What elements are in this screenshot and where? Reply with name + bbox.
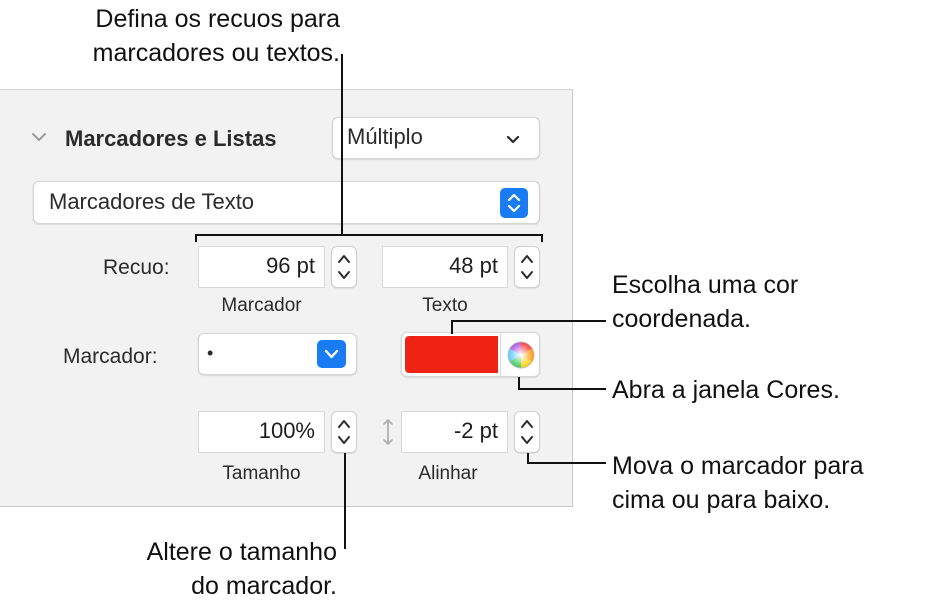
- bullet-char-dropdown-button: [317, 340, 346, 368]
- bullet-label: Marcador:: [63, 345, 158, 368]
- bullet-indent-caption: Marcador: [221, 295, 302, 316]
- chevron-down-icon: [506, 135, 520, 144]
- bullet-size-field[interactable]: 100%: [198, 411, 325, 453]
- bullet-align-stepper[interactable]: [514, 411, 540, 453]
- bullet-indent-stepper[interactable]: [331, 246, 357, 288]
- bullet-indent-field[interactable]: 96 pt: [198, 246, 325, 288]
- indent-label: Recuo:: [103, 256, 170, 279]
- text-indent-stepper[interactable]: [514, 246, 540, 288]
- text-indent-caption: Texto: [422, 295, 468, 316]
- chevron-down-icon: [324, 349, 339, 359]
- callout-align: Mova o marcador para cima ou para baixo.: [612, 452, 864, 514]
- color-wheel-icon: [507, 341, 535, 369]
- bullet-size-stepper[interactable]: [331, 411, 357, 453]
- callout-color: Escolha uma cor coordenada.: [612, 271, 799, 333]
- leader-color-window-horizontal: [518, 388, 606, 390]
- leader-indents-bracket: [195, 234, 543, 236]
- leader-indents-left-tick: [195, 234, 197, 242]
- bullet-char-popup[interactable]: •: [198, 333, 357, 375]
- disclosure-chevron-icon[interactable]: [30, 128, 48, 146]
- leader-indents-vertical: [341, 54, 343, 235]
- callout-color-window: Abra a janela Cores.: [612, 376, 840, 404]
- callout-indents: Defina os recuos para marcadores ou text…: [92, 5, 340, 67]
- leader-align-horizontal: [527, 462, 606, 464]
- bullet-char-value: •: [207, 343, 214, 363]
- bullet-size-caption: Tamanho: [222, 463, 301, 484]
- section-title: Marcadores e Listas: [65, 126, 277, 151]
- leader-color-vertical: [451, 320, 453, 334]
- stepper-arrows-icon: [521, 255, 533, 279]
- leader-indents-right-tick: [541, 234, 543, 242]
- stepper-arrows-icon: [338, 255, 350, 279]
- bullet-color-well[interactable]: [401, 332, 540, 377]
- popup-stepper-button: [500, 188, 528, 218]
- bullet-align-caption: Alinhar: [418, 463, 478, 484]
- callout-size: Altere o tamanho do marcador.: [146, 538, 337, 600]
- vertical-align-icon: [383, 419, 393, 445]
- stepper-arrows-icon: [338, 420, 350, 444]
- list-style-popup-label: Múltiplo: [347, 124, 423, 149]
- bullet-align-field[interactable]: -2 pt: [401, 411, 508, 453]
- list-style-popup[interactable]: Múltiplo: [332, 117, 540, 159]
- color-wheel-button[interactable]: [500, 333, 540, 376]
- up-down-chevron-icon: [507, 193, 521, 213]
- leader-color-horizontal: [451, 320, 606, 322]
- leader-size-vertical: [344, 453, 346, 549]
- bullet-type-popup[interactable]: Marcadores de Texto: [33, 181, 540, 224]
- color-swatch[interactable]: [405, 336, 498, 373]
- bullet-type-popup-label: Marcadores de Texto: [49, 189, 255, 214]
- stepper-arrows-icon: [521, 420, 533, 444]
- text-indent-field[interactable]: 48 pt: [382, 246, 508, 288]
